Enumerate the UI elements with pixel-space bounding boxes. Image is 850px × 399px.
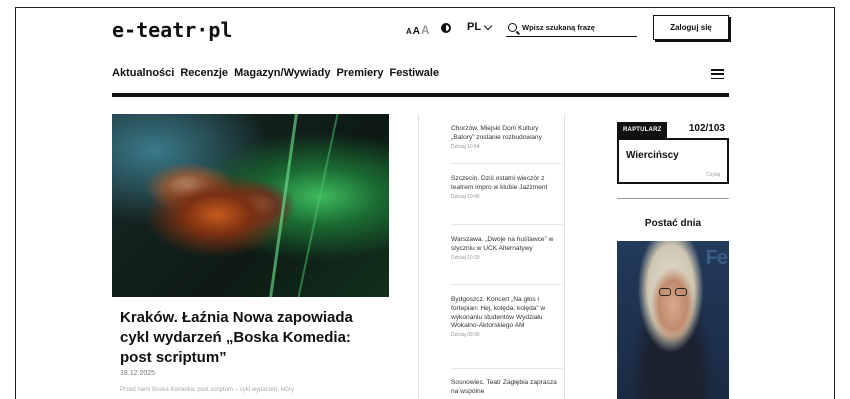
news-time: Dzisiaj 10:39: [451, 254, 480, 261]
nav-item-aktualnosci[interactable]: Aktualności: [112, 67, 174, 79]
hero-image[interactable]: [112, 114, 389, 297]
news-time: Dzisiaj 09:56: [451, 332, 480, 339]
postac-dnia-image[interactable]: Fe: [617, 241, 729, 399]
news-text: Warszawa. „Dwoje na huśtawce” w styczniu…: [451, 236, 554, 252]
header-divider: [112, 93, 729, 97]
search-input[interactable]: [522, 23, 632, 32]
raptularz-tag: RAPTULARZ: [617, 122, 668, 138]
raptularz-read-link[interactable]: Czytaj: [706, 172, 720, 178]
sidebar-divider: [617, 198, 729, 199]
hero-lead: Przed nami Boska Komedia: post scriptum …: [120, 387, 294, 393]
language-select[interactable]: PL: [467, 21, 493, 33]
chevron-down-icon: [483, 21, 493, 30]
menu-icon[interactable]: [711, 69, 724, 79]
list-item[interactable]: Sosnowiec. Teatr Zagłębia zaprasza na ws…: [451, 379, 563, 397]
search-icon[interactable]: [508, 23, 517, 32]
glasses-shape: [659, 288, 689, 296]
font-size-small-button[interactable]: A: [406, 27, 412, 36]
nav-item-recenzje[interactable]: Recenzje: [180, 67, 228, 79]
news-time: Dzisiaj 10:46: [451, 193, 480, 200]
postac-dnia-title: Postać dnia: [644, 218, 702, 229]
raptularz-widget[interactable]: RAPTULARZ 102/103 Wiercińscy Czytaj: [617, 122, 729, 184]
main-nav: Aktualności Recenzje Magazyn/Wywiady Pre…: [112, 67, 439, 79]
raptularz-card[interactable]: Wiercińscy Czytaj: [617, 138, 729, 184]
list-item[interactable]: Chorzów. Miejski Dom Kultury „Batory” zo…: [451, 125, 563, 151]
nav-item-magazyn[interactable]: Magazyn/Wywiady: [234, 67, 330, 79]
list-item[interactable]: Warszawa. „Dwoje na huśtawce” w styczniu…: [451, 236, 563, 262]
news-text: Bydgoszcz. Koncert „Na głos i fortepian:…: [451, 296, 546, 330]
font-size-controls: A A A: [406, 23, 430, 37]
list-item[interactable]: Bydgoszcz. Koncert „Na głos i fortepian:…: [451, 296, 563, 339]
news-text: Szczecin. Dziś ostatni wieczór z teatrem…: [451, 175, 548, 191]
site-logo[interactable]: e-teatr·pl: [112, 18, 232, 42]
hero-title[interactable]: Kraków. Łaźnia Nowa zapowiada cykl wydar…: [120, 308, 385, 368]
hero-date: 18.12.2025: [120, 370, 156, 377]
news-text: Sosnowiec. Teatr Zagłębia zaprasza na ws…: [451, 379, 557, 395]
font-size-medium-button[interactable]: A: [413, 26, 420, 37]
nav-item-premiery[interactable]: Premiery: [336, 67, 383, 79]
news-text: Chorzów. Miejski Dom Kultury „Batory” zo…: [451, 125, 542, 141]
language-label: PL: [467, 21, 482, 33]
news-list: Chorzów. Miejski Dom Kultury „Batory” zo…: [418, 114, 565, 399]
search-bar: [506, 19, 637, 37]
raptularz-count: 102/103: [688, 123, 725, 134]
list-item[interactable]: Szczecin. Dziś ostatni wieczór z teatrem…: [451, 175, 563, 201]
font-size-large-button[interactable]: A: [421, 23, 430, 37]
portrait-background-text: Fe: [705, 247, 728, 269]
contrast-icon[interactable]: [441, 23, 451, 33]
login-button[interactable]: Zaloguj się: [653, 15, 729, 40]
nav-item-festiwale[interactable]: Festiwale: [390, 67, 440, 79]
raptularz-name: Wiercińscy: [626, 150, 679, 161]
news-time: Dzisiaj 10:54: [451, 143, 480, 150]
